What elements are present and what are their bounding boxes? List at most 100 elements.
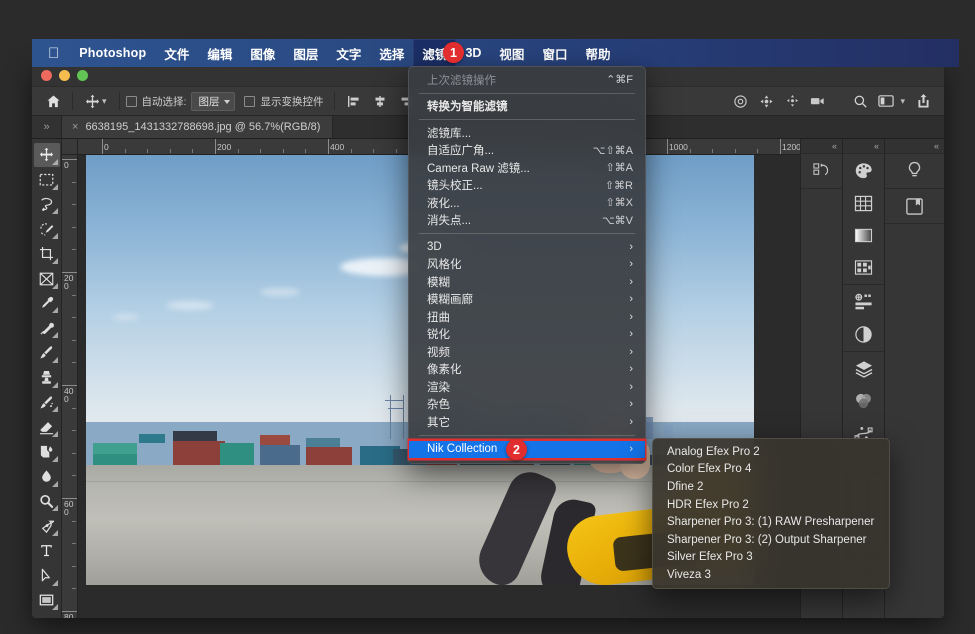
nik-submenu-item-color-efex-pro-4[interactable]: Color Efex Pro 4 [653, 461, 889, 479]
filter-menu-item-[interactable]: 自适应广角... ⌥⇧⌘A [409, 142, 645, 160]
filter-menu-item-[interactable]: 锐化 › [409, 326, 645, 344]
layers-icon[interactable] [852, 358, 876, 380]
nik-submenu-item-dfine-2[interactable]: Dfine 2 [653, 478, 889, 496]
filter-menu-dropdown[interactable]: 上次滤镜操作 ⌃⌘F 转换为智能滤镜 滤镜库... 自适应广角... ⌥⇧⌘A Camera… [408, 66, 646, 464]
eyedropper-tool[interactable] [34, 292, 60, 316]
close-icon[interactable]: × [72, 121, 78, 133]
3d-slide-icon[interactable] [779, 89, 805, 113]
adjustment-layer-icon[interactable] [852, 323, 876, 345]
filter-menu-item-[interactable]: 其它 › [409, 413, 645, 431]
filter-menu-item-[interactable]: 渲染 › [409, 378, 645, 396]
collapse-panel-icon[interactable]: « [885, 139, 944, 154]
menu-item-view[interactable]: 视图 [490, 39, 533, 67]
collapse-panel-icon[interactable]: » [32, 116, 62, 138]
filter-menu-item-[interactable]: 扭曲 › [409, 308, 645, 326]
channels-icon[interactable] [852, 390, 876, 412]
filter-menu-item-camera-raw[interactable]: Camera Raw 滤镜... ⇧⌘A [409, 159, 645, 177]
vertical-ruler[interactable]: 02004006008001000120014001600 [62, 155, 78, 618]
nik-submenu-item-hdr-efex-pro-2[interactable]: HDR Efex Pro 2 [653, 496, 889, 514]
history-brush-tool[interactable] [34, 391, 60, 415]
brush-tool[interactable] [34, 341, 60, 365]
pen-tool[interactable] [34, 514, 60, 538]
show-transform-checkbox[interactable] [244, 95, 256, 107]
libraries-icon[interactable] [903, 195, 927, 217]
type-tool[interactable] [34, 539, 60, 563]
nik-submenu-item-analog-efex-pro-2[interactable]: Analog Efex Pro 2 [653, 443, 889, 461]
home-icon[interactable] [40, 89, 66, 113]
maximize-window-button[interactable] [77, 69, 88, 81]
gradient-tool[interactable] [34, 440, 60, 464]
filter-menu-item-[interactable]: 消失点... ⌥⌘V [409, 212, 645, 230]
filter-menu-item-[interactable]: 液化... ⇧⌘X [409, 194, 645, 212]
chevron-down-icon[interactable]: ▾ [102, 96, 107, 107]
color-swatch-icon[interactable] [852, 160, 876, 182]
patterns-icon[interactable] [852, 256, 876, 278]
learn-icon[interactable] [903, 160, 927, 182]
filter-menu-item-[interactable]: 镜头校正... ⇧⌘R [409, 177, 645, 195]
filter-menu-item-nik-collection[interactable]: Nik Collection › [409, 439, 645, 459]
filter-menu-item-[interactable]: 风格化 › [409, 256, 645, 274]
crop-tool[interactable] [34, 242, 60, 266]
filter-menu-item-[interactable]: 模糊画廊 › [409, 291, 645, 309]
auto-select-dropdown[interactable]: 图层 [191, 91, 236, 111]
menu-item-label: Analog Efex Pro 2 [667, 445, 760, 458]
3d-camera-icon[interactable] [805, 89, 831, 113]
ruler-mark [780, 139, 781, 154]
3d-orbit-icon[interactable] [727, 89, 753, 113]
menu-item-label: Nik Collection [427, 443, 498, 455]
move-tool[interactable] [33, 143, 60, 167]
apple-logo-icon[interactable]:  [42, 39, 70, 67]
lasso-tool[interactable] [34, 193, 60, 217]
gradients-icon[interactable] [852, 224, 876, 246]
nik-collection-submenu[interactable]: Analog Efex Pro 2 Color Efex Pro 4 Dfine 2… [652, 438, 890, 589]
blur-tool[interactable] [34, 465, 60, 489]
filter-menu-item-[interactable]: 像素化 › [409, 361, 645, 379]
auto-select-checkbox[interactable] [125, 95, 137, 107]
menu-item-window[interactable]: 窗口 [533, 39, 576, 67]
healing-brush-tool[interactable] [34, 316, 60, 340]
nik-submenu-item-viveza-3[interactable]: Viveza 3 [653, 566, 889, 584]
menu-item-select[interactable]: 选择 [370, 39, 413, 67]
filter-menu-item-[interactable]: 杂色 › [409, 396, 645, 414]
nik-submenu-item-sharpener-pro-3-2-output-sharpener[interactable]: Sharpener Pro 3: (2) Output Sharpener [653, 531, 889, 549]
menu-item-help[interactable]: 帮助 [576, 39, 619, 67]
swatches-grid-icon[interactable] [852, 192, 876, 214]
3d-pan-icon[interactable] [753, 89, 779, 113]
frame-tool[interactable] [34, 267, 60, 291]
shape-tool[interactable] [34, 589, 60, 613]
quick-selection-tool[interactable] [34, 217, 60, 241]
menu-item-edit[interactable]: 编辑 [198, 39, 241, 67]
history-icon[interactable] [810, 160, 834, 182]
hand-tool[interactable] [34, 613, 60, 618]
menu-item-photoshop[interactable]: Photoshop [70, 39, 155, 67]
nik-submenu-item-sharpener-pro-3-1-raw-presharpener[interactable]: Sharpener Pro 3: (1) RAW Presharpener [653, 513, 889, 531]
path-selection-tool[interactable] [34, 564, 60, 588]
minimize-window-button[interactable] [59, 69, 70, 81]
collapse-panel-icon[interactable]: « [801, 139, 842, 154]
document-tab[interactable]: × 6638195_1431332788698.jpg @ 56.7%(RGB/… [62, 116, 334, 138]
arrange-documents-icon[interactable] [873, 89, 899, 113]
filter-menu-item-[interactable]: 滤镜库... [409, 124, 645, 142]
clone-stamp-tool[interactable] [34, 366, 60, 390]
menu-item-layer[interactable]: 图层 [284, 39, 327, 67]
dodge-tool[interactable] [34, 490, 60, 514]
align-left-edges-icon[interactable] [341, 89, 367, 113]
filter-menu-item-[interactable]: 模糊 › [409, 273, 645, 291]
marquee-tool[interactable] [34, 168, 60, 192]
search-icon[interactable] [847, 89, 873, 113]
menu-item-file[interactable]: 文件 [155, 39, 198, 67]
adjustments-icon[interactable] [852, 291, 876, 313]
filter-menu-item-3d[interactable]: 3D › [409, 238, 645, 256]
menu-item-type[interactable]: 文字 [327, 39, 370, 67]
share-icon[interactable] [910, 89, 936, 113]
collapse-panel-icon[interactable]: « [843, 139, 884, 154]
filter-menu-item-[interactable]: 视频 › [409, 343, 645, 361]
chevron-down-icon[interactable]: ▾ [900, 96, 905, 107]
eraser-tool[interactable] [34, 415, 60, 439]
nik-submenu-item-silver-efex-pro-3[interactable]: Silver Efex Pro 3 [653, 549, 889, 567]
menu-item-image[interactable]: 图像 [241, 39, 284, 67]
close-window-button[interactable] [41, 69, 52, 81]
ruler-label: 0 [64, 160, 69, 170]
align-horizontal-centers-icon[interactable] [367, 89, 393, 113]
filter-menu-item-[interactable]: 转换为智能滤镜 [409, 98, 645, 116]
